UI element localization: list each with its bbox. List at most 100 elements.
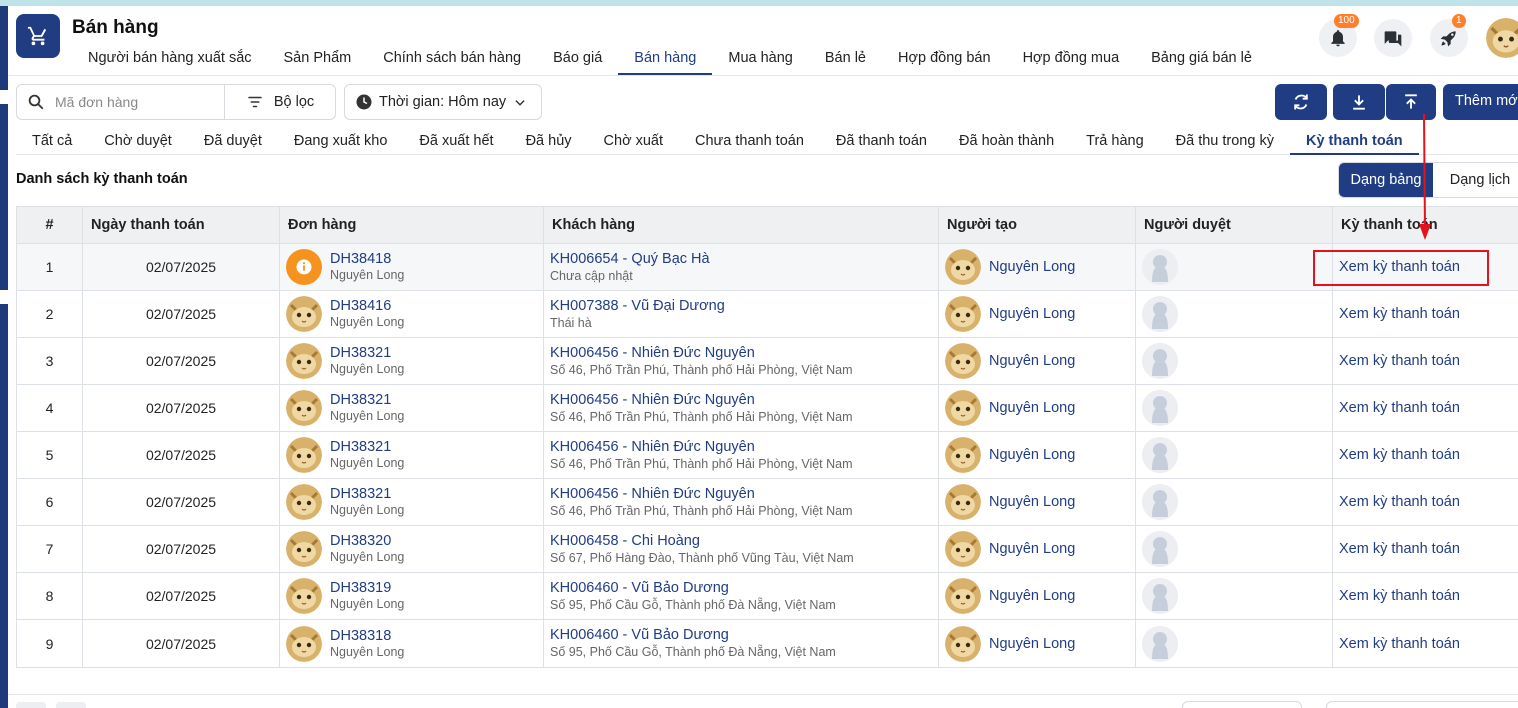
status-tab[interactable]: Kỳ thanh toán: [1289, 126, 1419, 155]
creator-cell: Nguyên Long: [939, 385, 1136, 431]
status-tab[interactable]: Đã xuất hết: [403, 126, 509, 155]
status-tab[interactable]: Đã thu trong kỳ: [1160, 126, 1290, 155]
topnav-item[interactable]: Chính sách bán hàng: [367, 44, 537, 75]
refresh-button[interactable]: [1275, 84, 1327, 120]
topnav-item[interactable]: Hợp đồng mua: [1007, 44, 1136, 75]
status-tab[interactable]: Đã thanh toán: [820, 126, 943, 155]
order-link[interactable]: DH38321: [330, 345, 404, 361]
table-row[interactable]: 5 02/07/2025 DH38321 Nguyên Long KH006456 - …: [17, 432, 1518, 479]
creator-name[interactable]: Nguyên Long: [989, 400, 1075, 416]
order-link[interactable]: DH38416: [330, 298, 404, 314]
customer-cell: KH006456 - Nhiên Đức Nguyên Số 46, Phố Tr…: [544, 385, 939, 431]
view-payment-period-link[interactable]: Xem kỳ thanh toán: [1339, 353, 1460, 369]
table-row[interactable]: 7 02/07/2025 DH38320 Nguyên Long KH006458 - …: [17, 526, 1518, 573]
notification-button[interactable]: 100: [1319, 14, 1359, 57]
creator-avatar: [945, 625, 981, 662]
customer-cell: KH006456 - Nhiên Đức Nguyên Số 46, Phố Tr…: [544, 479, 939, 525]
order-link[interactable]: DH38321: [330, 486, 404, 502]
status-tab[interactable]: Đã hủy: [510, 126, 588, 155]
table-row[interactable]: 9 02/07/2025 DH38318 Nguyên Long KH006460 - …: [17, 620, 1518, 667]
creator-name[interactable]: Nguyên Long: [989, 541, 1075, 557]
order-info: DH38321 Nguyên Long: [330, 486, 404, 518]
table-row[interactable]: 3 02/07/2025 DH38321 Nguyên Long KH006456 - …: [17, 338, 1518, 385]
creator-name[interactable]: Nguyên Long: [989, 494, 1075, 510]
creator-name[interactable]: Nguyên Long: [989, 636, 1075, 652]
view-payment-period-link[interactable]: Xem kỳ thanh toán: [1339, 306, 1460, 322]
payment-period-cell: Xem kỳ thanh toán: [1333, 573, 1518, 619]
view-payment-period-link[interactable]: Xem kỳ thanh toán: [1339, 541, 1460, 557]
topnav-item[interactable]: Bán hàng: [618, 44, 713, 75]
status-tab[interactable]: Chờ xuất: [588, 126, 679, 155]
order-link[interactable]: DH38321: [330, 439, 404, 455]
creator-name[interactable]: Nguyên Long: [989, 588, 1075, 604]
time-range-select[interactable]: Thời gian: Hôm nay: [344, 84, 542, 120]
page-jump-input[interactable]: [1326, 701, 1518, 708]
download-button[interactable]: [1333, 84, 1385, 120]
order-link[interactable]: DH38318: [330, 628, 404, 644]
customer-link[interactable]: KH006460 - Vũ Bảo Dương: [550, 580, 836, 596]
view-payment-period-link[interactable]: Xem kỳ thanh toán: [1339, 400, 1460, 416]
topnav-item[interactable]: Người bán hàng xuất sắc: [72, 44, 268, 75]
row-number: 9: [17, 620, 83, 667]
bell-icon: [1331, 30, 1345, 47]
order-avatar: [286, 531, 322, 567]
order-link[interactable]: DH38320: [330, 533, 404, 549]
order-owner: Nguyên Long: [330, 315, 405, 329]
calendar-view-button[interactable]: Dạng lịch: [1433, 163, 1518, 197]
topnav-item[interactable]: Sản Phẩm: [268, 44, 368, 75]
view-payment-period-link[interactable]: Xem kỳ thanh toán: [1339, 447, 1460, 463]
prev-page-button[interactable]: [16, 702, 46, 708]
order-link[interactable]: DH38321: [330, 392, 404, 408]
status-tab[interactable]: Đang xuất kho: [278, 126, 404, 155]
approver-cell: [1136, 338, 1333, 384]
customer-link[interactable]: KH006456 - Nhiên Đức Nguyên: [550, 486, 853, 502]
customer-link[interactable]: KH007388 - Vũ Đại Dương: [550, 298, 725, 314]
approver-cell: [1136, 479, 1333, 525]
next-page-button[interactable]: [56, 702, 86, 708]
topnav-item[interactable]: Hợp đồng bán: [882, 44, 1007, 75]
payment-date: 02/07/2025: [83, 432, 280, 478]
status-tab[interactable]: Tất cả: [16, 126, 88, 155]
customer-link[interactable]: KH006460 - Vũ Bảo Dương: [550, 627, 836, 643]
status-tab[interactable]: Trả hàng: [1070, 126, 1160, 155]
view-payment-period-link[interactable]: Xem kỳ thanh toán: [1339, 588, 1460, 604]
table-row[interactable]: 8 02/07/2025 DH38319 Nguyên Long KH006460 - …: [17, 573, 1518, 620]
status-tab[interactable]: Đã hoàn thành: [943, 126, 1070, 155]
search-icon: [28, 94, 44, 110]
order-link[interactable]: DH38418: [330, 251, 404, 267]
status-tab[interactable]: Đã duyệt: [188, 126, 278, 155]
table-row[interactable]: 1 02/07/2025 DH38418 Nguyên Long KH006654 - …: [17, 244, 1518, 291]
creator-name[interactable]: Nguyên Long: [989, 259, 1075, 275]
creator-name[interactable]: Nguyên Long: [989, 306, 1075, 322]
status-tab[interactable]: Chờ duyệt: [88, 126, 188, 155]
add-new-button[interactable]: Thêm mới: [1443, 84, 1518, 120]
customer-link[interactable]: KH006456 - Nhiên Đức Nguyên: [550, 439, 853, 455]
chat-button[interactable]: [1374, 19, 1412, 57]
row-number: 6: [17, 479, 83, 525]
user-avatar[interactable]: [1486, 18, 1518, 58]
creator-name[interactable]: Nguyên Long: [989, 353, 1075, 369]
topnav-item[interactable]: Bảng giá bán lẻ: [1135, 44, 1268, 75]
order-owner: Nguyên Long: [330, 644, 405, 659]
creator-name[interactable]: Nguyên Long: [989, 447, 1075, 463]
view-payment-period-link[interactable]: Xem kỳ thanh toán: [1339, 494, 1460, 510]
customer-link[interactable]: KH006458 - Chi Hoàng: [550, 533, 854, 549]
view-payment-period-link[interactable]: Xem kỳ thanh toán: [1339, 636, 1460, 652]
topnav-item[interactable]: Bán lẻ: [809, 44, 882, 75]
rocket-button[interactable]: 1: [1430, 14, 1468, 57]
status-tab[interactable]: Chưa thanh toán: [679, 126, 820, 155]
topnav-item[interactable]: Mua hàng: [712, 44, 809, 75]
customer-link[interactable]: KH006654 - Quý Bạc Hà: [550, 251, 710, 267]
order-link[interactable]: DH38319: [330, 580, 404, 596]
cart-icon[interactable]: [16, 14, 60, 58]
filter-button[interactable]: Bộ lọc: [225, 85, 335, 119]
table-row[interactable]: 4 02/07/2025 DH38321 Nguyên Long KH006456 - …: [17, 385, 1518, 432]
table-row[interactable]: 6 02/07/2025 DH38321 Nguyên Long KH006456 - …: [17, 479, 1518, 526]
customer-link[interactable]: KH006456 - Nhiên Đức Nguyên: [550, 392, 853, 408]
topnav-item[interactable]: Báo giá: [537, 44, 618, 75]
table-row[interactable]: 2 02/07/2025 DH38416 Nguyên Long KH007388 - …: [17, 291, 1518, 338]
page-size-select[interactable]: [1182, 701, 1302, 708]
customer-link[interactable]: KH006456 - Nhiên Đức Nguyên: [550, 345, 853, 361]
order-code-search-input[interactable]: [55, 94, 215, 110]
creator-avatar: [945, 484, 981, 520]
